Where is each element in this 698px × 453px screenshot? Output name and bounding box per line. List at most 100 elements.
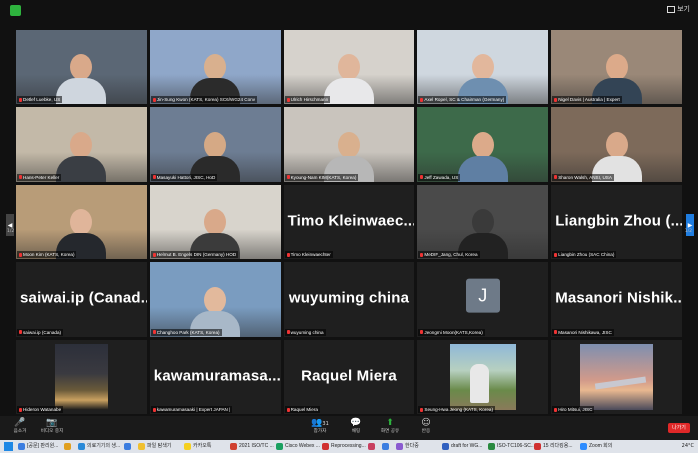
app-icon bbox=[230, 443, 237, 450]
participant-tile[interactable]: J Jeongmi Moon(KATS,Korea) bbox=[417, 262, 549, 337]
taskbar-item[interactable]: 파일 탐색기 bbox=[138, 441, 171, 452]
taskbar-item-label: 15 리다킹용... bbox=[543, 443, 573, 449]
chat-button[interactable]: 💬 채팅 bbox=[338, 418, 374, 434]
participant-tile[interactable]: Detlef Luebke, US bbox=[16, 30, 147, 105]
taskbar-item[interactable]: 카카오톡 bbox=[184, 441, 211, 452]
participant-name-label: Jeff Zawada, US bbox=[418, 173, 461, 181]
participant-video bbox=[283, 107, 415, 182]
participant-tile[interactable]: Kyoung-Nam KIM(KATS, Korea) bbox=[283, 107, 415, 182]
participant-video bbox=[417, 30, 549, 105]
taskbar-item[interactable]: Zoom 회의 bbox=[580, 441, 612, 452]
participant-tile[interactable]: Hiro Mitsui, JISC bbox=[551, 339, 682, 414]
muted-microphone-icon bbox=[554, 175, 558, 180]
view-toggle[interactable]: 보기 bbox=[667, 4, 690, 14]
taskbar-item[interactable] bbox=[124, 441, 131, 452]
participant-silhouette bbox=[323, 54, 374, 105]
participant-tile[interactable]: Hideron Watanabe bbox=[16, 339, 147, 414]
share-screen-button[interactable]: ⬆ 화면 공유 bbox=[372, 418, 408, 434]
participant-silhouette bbox=[457, 131, 508, 182]
participant-name-label: Raquel Miera bbox=[284, 406, 320, 413]
encryption-shield-icon[interactable] bbox=[10, 5, 21, 16]
muted-microphone-icon bbox=[152, 330, 156, 335]
participant-video bbox=[417, 184, 549, 260]
participant-tile[interactable]: Jeff Zawada, US bbox=[417, 107, 549, 182]
participant-name-label: Hideron Watanabe bbox=[17, 406, 64, 413]
participant-name-label: kawamuramasaaki | Expert JAPAN | bbox=[150, 406, 233, 413]
muted-microphone-icon bbox=[19, 97, 22, 102]
participant-video bbox=[283, 30, 415, 105]
participant-tile[interactable]: Seung-Hwa Jeong (KATS, Korea) bbox=[417, 339, 549, 414]
muted-microphone-icon bbox=[420, 252, 424, 257]
airplane-sky-background bbox=[579, 344, 654, 410]
participant-name-label: wuyuming china bbox=[284, 328, 326, 336]
participant-tile[interactable]: Sharon Walsh, ANSI, USA bbox=[551, 107, 682, 182]
app-icon bbox=[78, 443, 85, 450]
muted-microphone-icon bbox=[420, 407, 424, 412]
gallery-view-icon bbox=[667, 5, 676, 13]
participant-name-text: Jeff Zawada, US bbox=[424, 174, 459, 180]
taskbar-item[interactable] bbox=[382, 441, 389, 452]
page-indicator-right: 1/2 bbox=[684, 229, 692, 234]
participant-tile[interactable]: Nigel Davis | Australia | Expert bbox=[551, 30, 682, 105]
participants-button[interactable]: 👥31 참가자 bbox=[302, 418, 338, 434]
app-icon bbox=[184, 443, 191, 450]
participant-name-label: Masayuki Hattori, JISC, HoD bbox=[150, 173, 218, 181]
taskbar-item[interactable]: Cisco Webex ... bbox=[276, 441, 320, 452]
muted-microphone-icon bbox=[286, 407, 290, 412]
participant-name-text: Hans-Peter Keller bbox=[23, 174, 60, 180]
participant-tile[interactable]: MeDIF_Jang, Chul, Korea bbox=[417, 184, 549, 260]
participant-silhouette bbox=[56, 54, 107, 105]
taskbar-item[interactable]: 의료기기의 생... bbox=[78, 441, 120, 452]
participant-name-text: saiwai.ip (Canada) bbox=[23, 329, 62, 335]
windows-start-icon[interactable] bbox=[4, 442, 13, 451]
participant-tile[interactable]: kawamuramasa... kawamuramasaaki | Expert … bbox=[149, 339, 281, 414]
reactions-button[interactable]: ☺ 반응 bbox=[408, 418, 444, 434]
participant-tile[interactable]: Masayuki Hattori, JISC, HoD bbox=[149, 107, 281, 182]
participant-tile[interactable]: Masanori Nishik... Masanori Nishikawa, JI… bbox=[551, 262, 682, 337]
participant-name-label: Jeongmi Moon(KATS,Korea) bbox=[418, 328, 485, 336]
taskbar-item[interactable]: 15 리다킹용... bbox=[534, 441, 573, 452]
participant-name-text: Sharon Walsh, ANSI, USA bbox=[558, 174, 612, 180]
participant-tile[interactable]: wuyuming china wuyuming china bbox=[283, 262, 415, 337]
taskbar-item[interactable]: ISO-TC106-SC... bbox=[488, 441, 535, 452]
mute-button[interactable]: 🎤 음소거 bbox=[2, 418, 38, 434]
app-icon bbox=[276, 443, 283, 450]
view-label: 보기 bbox=[677, 5, 690, 13]
participant-tile[interactable]: Changhoo Park (KATS, Korea) bbox=[149, 262, 281, 337]
participant-name-label: Ulrich Hirschmann bbox=[284, 96, 331, 104]
participant-video bbox=[417, 107, 549, 182]
taskbar-item[interactable]: 한다중 bbox=[396, 441, 419, 452]
participant-display-name: wuyuming china bbox=[288, 290, 410, 308]
chevron-left-icon: ◀ bbox=[7, 221, 13, 229]
taskbar-item[interactable]: Reprocessing... bbox=[322, 441, 366, 452]
taskbar-item[interactable]: 2021 ISO/TC ... bbox=[230, 441, 274, 452]
participant-tile[interactable]: Axel Ropel, SC & Chairman (Germany) bbox=[417, 30, 549, 105]
participant-tile[interactable]: Hans-Peter Keller bbox=[16, 107, 147, 182]
participant-tile[interactable]: Helmut B. Engels DIN (Germany) HOD bbox=[149, 184, 281, 260]
participant-tile[interactable]: saiwai.ip (Canad... saiwai.ip (Canada) bbox=[16, 262, 147, 337]
participant-tile[interactable]: Raquel Miera Raquel Miera bbox=[283, 339, 415, 414]
muted-microphone-icon bbox=[420, 97, 424, 102]
taskbar-item-label: 한다중 bbox=[405, 443, 419, 449]
taskbar-item[interactable]: draft for WG... bbox=[442, 441, 482, 452]
participant-name-label: Seung-Hwa Jeong (KATS, Korea) bbox=[418, 406, 495, 413]
muted-microphone-icon bbox=[152, 175, 156, 180]
taskbar-item[interactable]: [공문] 판리원... bbox=[18, 441, 58, 452]
participant-display-name: Liangbin Zhou (... bbox=[555, 212, 682, 230]
participant-name-text: Detlef Luebke, US bbox=[23, 97, 61, 103]
participant-tile[interactable]: Liangbin Zhou (... Liangbin Zhou (SAC Chi… bbox=[551, 184, 682, 260]
taskbar-item[interactable] bbox=[368, 441, 375, 452]
participant-display-name: saiwai.ip (Canad... bbox=[20, 290, 147, 308]
participant-tile[interactable]: Moon Kim (KATS, Korea) bbox=[16, 184, 147, 260]
leave-meeting-button[interactable]: 나가기 bbox=[668, 423, 690, 433]
stop-video-label: 비디오 중지 bbox=[40, 429, 64, 434]
taskbar-item[interactable] bbox=[64, 441, 71, 452]
participant-display-name: Masanori Nishik... bbox=[555, 290, 682, 308]
participant-name-text: wuyuming china bbox=[290, 329, 324, 335]
participant-name-label: Sharon Walsh, ANSI, USA bbox=[552, 173, 614, 181]
participant-name-label: Nigel Davis | Australia | Expert bbox=[552, 96, 622, 104]
participant-tile[interactable]: Timo Kleinwaec... Timo Kleinwaechter bbox=[283, 184, 415, 260]
participant-tile[interactable]: Jin-Sung Kwon (KATS, Korea) SC6/WG24 Con… bbox=[149, 30, 281, 105]
participant-tile[interactable]: Ulrich Hirschmann bbox=[283, 30, 415, 105]
stop-video-button[interactable]: 📷 비디오 중지 bbox=[34, 418, 70, 434]
